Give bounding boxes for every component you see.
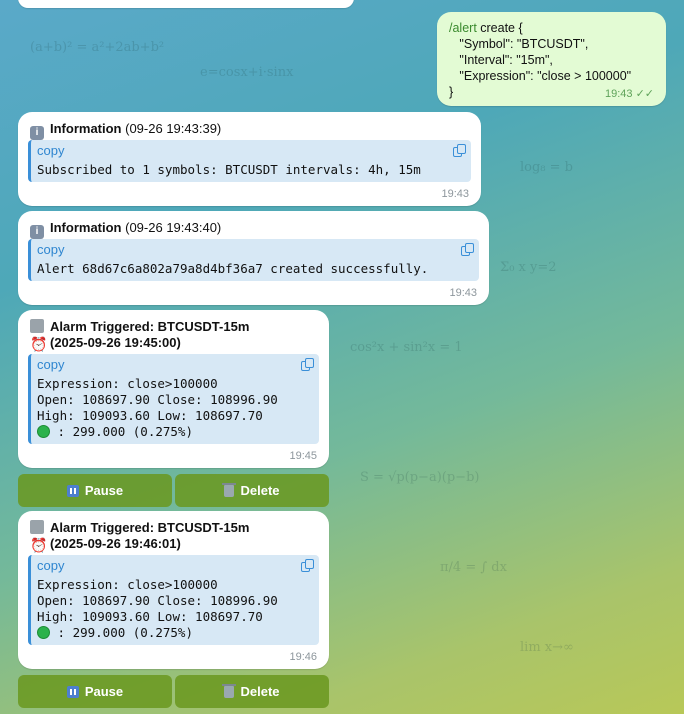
- copy-label[interactable]: copy: [37, 143, 64, 158]
- command-text: /alert create { "Symbol": "BTCUSDT", "In…: [449, 21, 632, 99]
- alarm-clock-icon: ⏰: [30, 336, 48, 352]
- alarm-details: Expression: close>100000 Open: 108697.90…: [37, 577, 278, 641]
- message-time: 19:45: [289, 450, 317, 462]
- double-check-icon: ✓✓: [635, 88, 654, 100]
- delete-label: Delete: [240, 483, 280, 498]
- message-timestamp: (09-26 19:43:40): [125, 220, 222, 235]
- message-header: Alarm Triggered: BTCUSDT-15m ⏰ (2025-09-2…: [30, 520, 249, 552]
- alarm-message: Alarm Triggered: BTCUSDT-15m ⏰ (2025-09-2…: [18, 310, 329, 468]
- delete-label: Delete: [240, 684, 280, 699]
- green-circle-icon: [37, 425, 50, 438]
- copy-icon[interactable]: [453, 144, 466, 157]
- alarm-title: Alarm Triggered: BTCUSDT-15m: [50, 520, 250, 535]
- background-doodle: π/4 = ∫ dx: [440, 560, 507, 575]
- message-title: Information: [50, 121, 122, 136]
- pause-label: Pause: [84, 684, 124, 699]
- message-timestamp: (09-26 19:43:39): [125, 121, 222, 136]
- pause-label: Pause: [84, 483, 124, 498]
- folder-icon: [30, 319, 44, 333]
- high-low-line: High: 109093.60 Low: 108697.70: [37, 609, 263, 624]
- copy-label[interactable]: copy: [37, 242, 64, 257]
- code-block[interactable]: copy Expression: close>100000 Open: 1086…: [28, 354, 319, 444]
- copy-icon[interactable]: [461, 243, 474, 256]
- green-circle-icon: [37, 626, 50, 639]
- delete-button[interactable]: Delete: [175, 675, 329, 708]
- message-time: 19:46: [289, 651, 317, 663]
- background-doodle: cos²x + sin²x = 1: [350, 340, 463, 355]
- alarm-title: Alarm Triggered: BTCUSDT-15m: [50, 319, 250, 334]
- message-header: i Information (09-26 19:43:40): [30, 220, 221, 239]
- pause-icon: [66, 484, 79, 497]
- info-icon: i: [30, 225, 44, 239]
- background-doodle: S = √p(p−a)(p−b): [360, 470, 480, 485]
- copy-label[interactable]: copy: [37, 357, 64, 372]
- outgoing-command-message: /alert create { "Symbol": "BTCUSDT", "In…: [437, 12, 666, 106]
- folder-icon: [30, 520, 44, 534]
- information-message: i Information (09-26 19:43:40) copy Alert…: [18, 211, 489, 305]
- command-line: }: [449, 85, 454, 99]
- high-low-line: High: 109093.60 Low: 108697.70: [37, 408, 263, 423]
- expression-line: Expression: close>100000: [37, 376, 218, 391]
- copy-icon[interactable]: [301, 559, 314, 572]
- copy-label[interactable]: copy: [37, 558, 64, 573]
- background-doodle: log₈ = b: [520, 160, 573, 175]
- trash-icon: [222, 683, 237, 698]
- copy-icon[interactable]: [301, 358, 314, 371]
- alarm-timestamp: (2025-09-26 19:46:01): [50, 536, 181, 551]
- open-close-line: Open: 108697.90 Close: 108996.90: [37, 593, 278, 608]
- background-doodle: Σ₀ x y=2: [500, 260, 557, 275]
- message-time: 19:43 ✓✓: [604, 88, 654, 100]
- code-line: Alert 68d67c6a802a79a8d4bf36a7 created s…: [37, 261, 429, 276]
- expression-line: Expression: close>100000: [37, 577, 218, 592]
- info-icon: i: [30, 126, 44, 140]
- message-header: i Information (09-26 19:43:39): [30, 121, 221, 140]
- pause-button[interactable]: Pause: [18, 474, 172, 507]
- message-header: Alarm Triggered: BTCUSDT-15m ⏰ (2025-09-2…: [30, 319, 249, 351]
- background-doodle: lim x→∞: [520, 640, 574, 655]
- change-line: : 299.000 (0.275%): [50, 424, 193, 439]
- pause-icon: [66, 685, 79, 698]
- code-line: Subscribed to 1 symbols: BTCUSDT interva…: [37, 162, 421, 177]
- command-link[interactable]: /alert: [449, 21, 477, 35]
- code-block[interactable]: copy Alert 68d67c6a802a79a8d4bf36a7 crea…: [28, 239, 479, 281]
- command-line: "Expression": "close > 100000": [449, 69, 632, 83]
- alarm-clock-icon: ⏰: [30, 537, 48, 553]
- information-message: i Information (09-26 19:43:39) copy Subsc…: [18, 112, 481, 206]
- message-title: Information: [50, 220, 122, 235]
- alarm-timestamp: (2025-09-26 19:45:00): [50, 335, 181, 350]
- open-close-line: Open: 108697.90 Close: 108996.90: [37, 392, 278, 407]
- change-line: : 299.000 (0.275%): [50, 625, 193, 640]
- previous-message-bubble: [18, 0, 354, 8]
- command-line: "Interval": "15m",: [449, 53, 553, 67]
- pause-button[interactable]: Pause: [18, 675, 172, 708]
- alarm-message: Alarm Triggered: BTCUSDT-15m ⏰ (2025-09-2…: [18, 511, 329, 669]
- background-doodle: (a+b)² = a²+2ab+b²: [30, 40, 165, 55]
- code-block[interactable]: copy Subscribed to 1 symbols: BTCUSDT in…: [28, 140, 471, 182]
- message-time: 19:43: [449, 287, 477, 299]
- alarm-details: Expression: close>100000 Open: 108697.90…: [37, 376, 278, 440]
- message-time: 19:43: [441, 188, 469, 200]
- delete-button[interactable]: Delete: [175, 474, 329, 507]
- code-block[interactable]: copy Expression: close>100000 Open: 1086…: [28, 555, 319, 645]
- trash-icon: [222, 482, 237, 497]
- background-doodle: e=cosx+i·sinx: [200, 65, 294, 80]
- command-line: "Symbol": "BTCUSDT",: [449, 37, 589, 51]
